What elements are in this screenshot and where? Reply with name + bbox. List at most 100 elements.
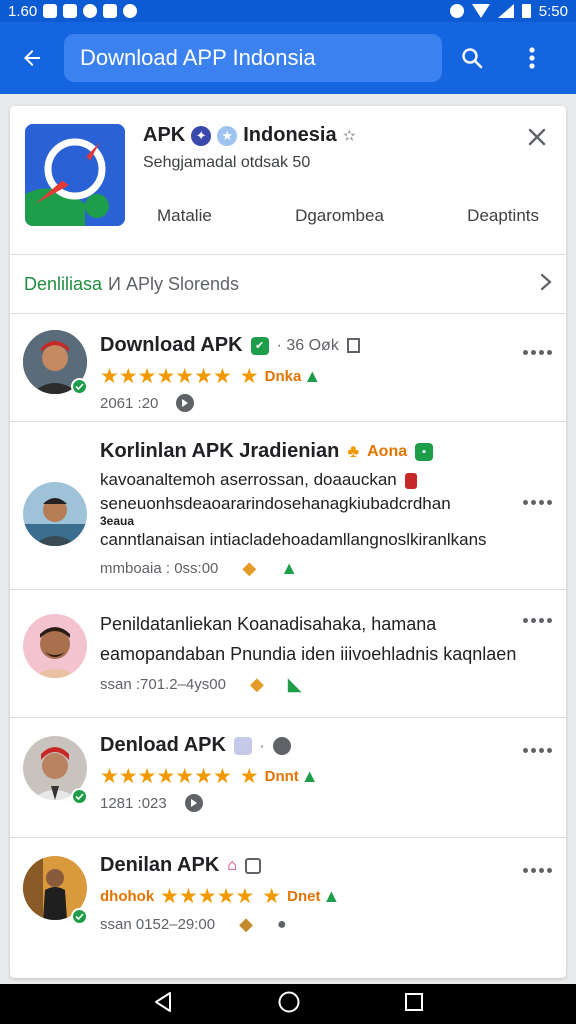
search-input[interactable]: Download APP Indonsia: [64, 34, 442, 82]
review-title-text: Download APK: [100, 334, 243, 356]
app-title: APK ✦ ★ Indonesia ✫: [143, 124, 356, 147]
tab-dgarombea[interactable]: Dgarombea: [281, 206, 398, 226]
review-date: ssan 0152–29:00: [100, 916, 216, 933]
review-line: kavoanaltemoh aserrossan, doaauckan: [100, 470, 418, 490]
search-button[interactable]: [442, 22, 502, 94]
app-notification-icon: [63, 4, 78, 18]
more-options-button[interactable]: [502, 22, 562, 94]
triangle-back-icon: [154, 991, 171, 1012]
app-subtitle: Sehgjamadal otdsak 50: [143, 154, 311, 171]
more-vert-icon: [529, 47, 535, 69]
more-options-button[interactable]: [522, 860, 552, 880]
app-tabs: Matalie Dgarombea Deaptints: [143, 206, 553, 226]
app-title-suffix: Indonesia: [243, 124, 337, 146]
review-extra: · 36 Oøk: [276, 336, 339, 354]
wifi-icon: [471, 4, 490, 18]
review-line: 3eaua: [100, 514, 135, 528]
shield-notification-icon: [123, 4, 138, 18]
verified-check-icon: [71, 378, 88, 395]
review-item[interactable]: Penildatanliekan Koanadisahaka, hamana e…: [10, 590, 566, 718]
more-options-button[interactable]: [522, 492, 552, 512]
review-title-text: Denilan APK: [100, 854, 220, 876]
review-date: ssan :701.2–4ys00: [100, 676, 226, 693]
leaf-icon[interactable]: ◣: [288, 674, 302, 695]
review-title-text: Korlinlan APK Jradienian: [100, 440, 340, 462]
tab-deaptints[interactable]: Deaptints: [453, 206, 553, 226]
review-line: seneuonhsdeaoararindosehanagkiubadcrdhan: [100, 494, 451, 513]
game-notification-icon: [83, 4, 98, 18]
app-bar: Download APP Indonsia: [0, 22, 576, 94]
play-icon[interactable]: [176, 394, 195, 412]
signal-icon: [497, 4, 514, 18]
close-icon: [528, 128, 546, 146]
reply-icon[interactable]: ◆: [242, 558, 256, 579]
more-options-button[interactable]: [522, 740, 552, 760]
section-header-row[interactable]: Denliliasa И APly Slorends: [10, 255, 566, 313]
status-left-text: 1.60: [8, 2, 38, 20]
review-title: Denilan APK ⌂: [100, 854, 261, 877]
star-outline-icon: ✫: [342, 127, 356, 145]
review-title: Download APK ✔ · 36 Oøk: [100, 334, 360, 357]
app-title-text: APK: [143, 124, 186, 146]
review-date: mmboaia : 0ss:00: [100, 560, 219, 577]
document-icon: [346, 338, 360, 353]
verified-check-icon: [71, 788, 88, 805]
review-title-text: Denload APK: [100, 734, 226, 756]
review-meta: 2061 :20: [100, 394, 195, 412]
status-time: 5:50: [538, 2, 568, 20]
review-item[interactable]: Denilan APK ⌂ dhohok ★★★★★ ★ Dnet ▲ ssan …: [10, 838, 566, 958]
verified-check-icon: [71, 908, 88, 925]
home-icon: ⌂: [227, 856, 237, 874]
review-meta: mmboaia : 0ss:00 ◆ ▲: [100, 558, 298, 579]
review-title: Penildatanliekan Koanadisahaka, hamana: [100, 614, 437, 634]
review-title: Korlinlan APK Jradienian ♣ Aona ▪: [100, 440, 434, 463]
review-item[interactable]: Download APK ✔ · 36 Oøk ★★★★★★★ ★ Dnka ▲ …: [10, 314, 566, 422]
reply-icon[interactable]: ◆: [250, 674, 264, 695]
mail-notification-icon: [43, 4, 58, 18]
back-button[interactable]: [0, 22, 64, 94]
robot-icon: [233, 736, 252, 755]
navigation-bar: [0, 984, 576, 1024]
tag-icon: [405, 472, 418, 489]
section-green-label: Denliliasa: [24, 273, 103, 294]
nav-home-button[interactable]: [277, 990, 301, 1019]
review-item[interactable]: Denload APK · ★★★★★★★ ★ Dnnt ▲ 1281 :023: [10, 718, 566, 838]
more-options-button[interactable]: [522, 342, 552, 362]
search-query-text: Download APP Indonsia: [80, 45, 316, 70]
reply-icon[interactable]: ◆: [239, 914, 253, 935]
app-logo-icon[interactable]: [25, 124, 125, 226]
rating-stars: ★★★★★★★ ★ Dnka ▲: [100, 365, 322, 388]
verified-badge-icon: ✔: [250, 336, 269, 355]
dot-separator-icon: ·: [259, 737, 265, 754]
bell-icon: ♣: [347, 441, 360, 461]
tab-matalie[interactable]: Matalie: [143, 206, 226, 226]
avatar[interactable]: [23, 482, 87, 546]
search-icon[interactable]: ●: [277, 916, 287, 934]
section-gray-label: И APly Slorends: [108, 273, 240, 294]
review-meta: ssan :701.2–4ys00 ◆ ◣: [100, 674, 302, 695]
status-bar: 1.60 5:50: [0, 0, 576, 22]
nav-back-button[interactable]: [152, 991, 174, 1018]
close-button[interactable]: [522, 122, 552, 152]
nav-recents-button[interactable]: [404, 992, 424, 1017]
rating-stars: dhohok ★★★★★ ★ Dnet ▲: [100, 885, 341, 908]
chevron-right-icon: [540, 273, 552, 296]
review-item[interactable]: Korlinlan APK Jradienian ♣ Aona ▪ kavoan…: [10, 422, 566, 590]
thumbs-up-icon[interactable]: ▲: [280, 558, 298, 579]
app-badge-icon: ▪: [415, 442, 434, 461]
review-meta: ssan 0152–29:00 ◆ ●: [100, 914, 287, 935]
review-line-text: kavoanaltemoh aserrossan, doaauckan: [100, 470, 397, 489]
rating-label: Dnet: [287, 888, 321, 905]
settings-status-icon: [449, 4, 464, 18]
results-card: APK ✦ ★ Indonesia ✫ Sehgjamadal otdsak 5…: [10, 106, 566, 978]
play-icon[interactable]: [184, 794, 203, 812]
square-icon: [244, 857, 261, 874]
app-header: APK ✦ ★ Indonesia ✫ Sehgjamadal otdsak 5…: [10, 106, 566, 254]
avatar[interactable]: [23, 614, 87, 678]
rating-label: Dnka: [264, 368, 302, 385]
thumbs-up-icon: ▲: [300, 766, 319, 786]
more-options-button[interactable]: [522, 610, 552, 630]
title-tag: Aona: [367, 442, 408, 460]
verified-badge-icon: ★: [217, 125, 238, 146]
circle-home-icon: [278, 991, 300, 1012]
